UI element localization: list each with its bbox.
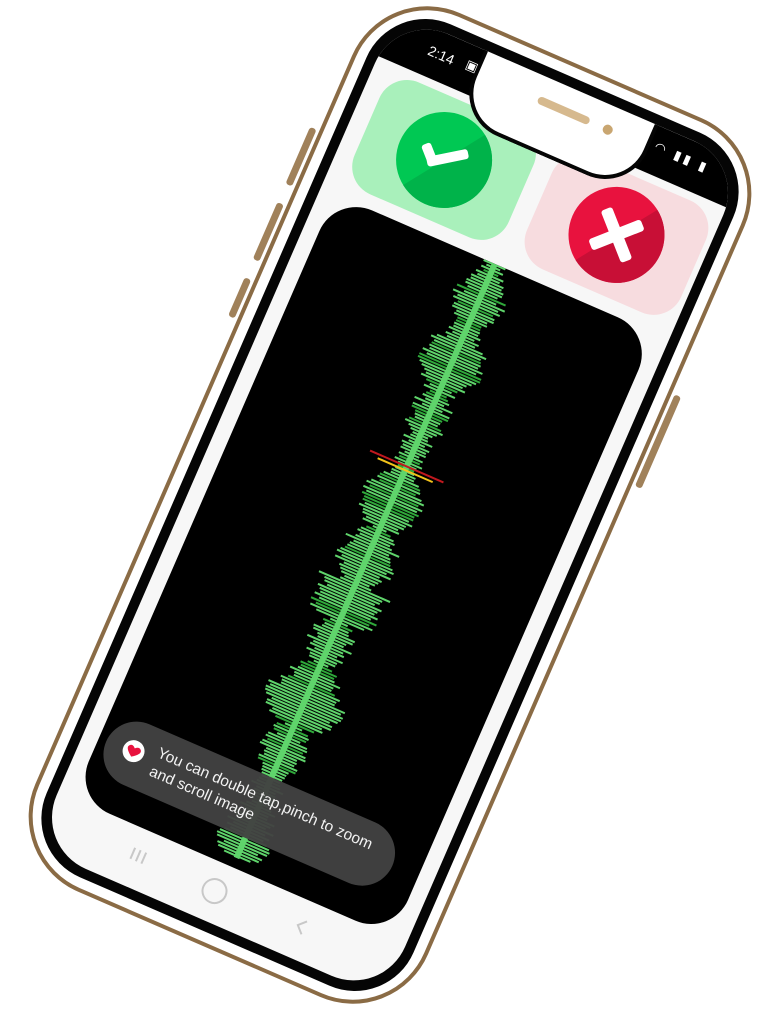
phone-screen: 2:14 ▣ ▨ ◠ ▮▮ ▮ [34,11,746,999]
heart-app-icon [119,736,149,766]
home-icon[interactable] [197,873,232,909]
front-camera [601,123,615,137]
earpiece-speaker [536,95,591,126]
status-time: 2:14 [425,42,457,68]
close-icon [568,186,665,283]
back-icon[interactable] [290,915,314,939]
phone-bezel: 2:14 ▣ ▨ ◠ ▮▮ ▮ [21,0,759,1012]
waveform-core [233,262,498,860]
phone-mockup: 2:14 ▣ ▨ ◠ ▮▮ ▮ [2,0,778,1030]
recents-icon[interactable] [126,844,150,868]
signal-battery-icons: ◠ ▮▮ ▮ [652,138,712,176]
